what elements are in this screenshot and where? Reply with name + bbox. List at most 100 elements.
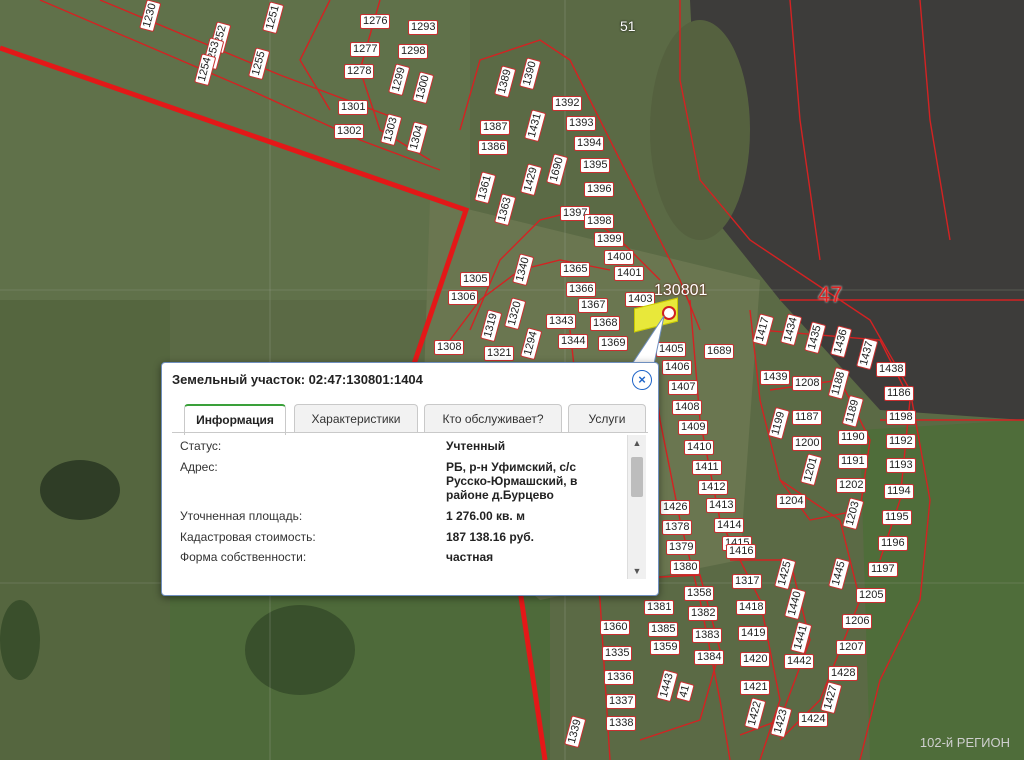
plot-label[interactable]: 1384: [694, 650, 725, 665]
plot-label[interactable]: 1386: [478, 140, 509, 155]
plot-label[interactable]: 1378: [662, 520, 693, 535]
plot-label[interactable]: 1192: [886, 434, 916, 449]
plot-label[interactable]: 1278: [344, 64, 375, 79]
tab-characteristics[interactable]: Характеристики: [294, 404, 418, 433]
plot-label[interactable]: 1358: [684, 586, 715, 601]
plot-label[interactable]: 1400: [604, 250, 635, 265]
plot-label[interactable]: 1343: [546, 314, 577, 329]
scroll-up-icon[interactable]: ▲: [628, 437, 646, 449]
tab-information[interactable]: Информация: [184, 404, 286, 435]
plot-label[interactable]: 1205: [856, 588, 887, 603]
plot-label[interactable]: 1410: [684, 440, 715, 455]
plot-label[interactable]: 1337: [606, 694, 637, 709]
plot-label[interactable]: 1293: [408, 20, 439, 35]
plot-label[interactable]: 1369: [598, 336, 629, 351]
plot-label[interactable]: 1401: [614, 266, 645, 281]
plot-label[interactable]: 1306: [448, 290, 479, 305]
plot-label[interactable]: 1194: [884, 484, 914, 499]
plot-label[interactable]: 1276: [360, 14, 391, 29]
scroll-down-icon[interactable]: ▼: [628, 565, 646, 577]
plot-label[interactable]: 1301: [338, 100, 369, 115]
plot-label[interactable]: 1416: [726, 544, 757, 559]
plot-label[interactable]: 1359: [650, 640, 681, 655]
plot-label[interactable]: 1414: [714, 518, 745, 533]
plot-label[interactable]: 1197: [868, 562, 898, 577]
plot-label[interactable]: 1380: [670, 560, 701, 575]
plot-label[interactable]: 1428: [828, 666, 859, 681]
plot-label[interactable]: 1413: [706, 498, 737, 513]
plot-label[interactable]: 1442: [784, 654, 815, 669]
plot-label[interactable]: 1365: [560, 262, 591, 277]
block-label-47: 47: [818, 282, 843, 307]
plot-label[interactable]: 1409: [678, 420, 709, 435]
plot-label[interactable]: 1195: [882, 510, 912, 525]
plot-label[interactable]: 1396: [584, 182, 615, 197]
plot-label[interactable]: 1439: [760, 370, 791, 385]
row-value: частная: [446, 550, 494, 564]
plot-label[interactable]: 1204: [776, 494, 807, 509]
plot-label[interactable]: 1407: [668, 380, 699, 395]
plot-label[interactable]: 1421: [740, 680, 771, 695]
plot-label[interactable]: 1200: [792, 436, 823, 451]
plot-label[interactable]: 1336: [604, 670, 635, 685]
plot-label[interactable]: 1317: [732, 574, 763, 589]
plot-label[interactable]: 1193: [886, 458, 916, 473]
plot-label[interactable]: 1207: [836, 640, 867, 655]
plot-label[interactable]: 1187: [792, 410, 822, 425]
plot-label[interactable]: 1424: [798, 712, 829, 727]
plot-label[interactable]: 1208: [792, 376, 823, 391]
plot-label[interactable]: 1302: [334, 124, 365, 139]
plot-label[interactable]: 1335: [602, 646, 633, 661]
plot-label[interactable]: 1196: [878, 536, 908, 551]
plot-label[interactable]: 1438: [876, 362, 907, 377]
plot-label[interactable]: 1420: [740, 652, 771, 667]
plot-label[interactable]: 1399: [594, 232, 625, 247]
plot-label[interactable]: 1418: [736, 600, 767, 615]
plot-label[interactable]: 1308: [434, 340, 465, 355]
scrollbar[interactable]: ▲ ▼: [627, 435, 646, 579]
plot-label[interactable]: 1398: [584, 214, 615, 229]
plot-label[interactable]: 1379: [666, 540, 697, 555]
plot-label[interactable]: 1191: [838, 454, 868, 469]
row-label: Кадастровая стоимость:: [180, 530, 316, 544]
tab-who-serves[interactable]: Кто обслуживает?: [424, 404, 562, 433]
row-value: РБ, р-н Уфимский, с/с Русско-Юрмашский, …: [446, 460, 578, 502]
plot-label[interactable]: 1392: [552, 96, 583, 111]
plot-label[interactable]: 1387: [480, 120, 511, 135]
popup-title: Земельный участок: 02:47:130801:1404: [172, 372, 423, 387]
row-value: 187 138.16 руб.: [446, 530, 534, 544]
plot-label[interactable]: 1385: [648, 622, 679, 637]
plot-label[interactable]: 1382: [688, 606, 719, 621]
close-icon[interactable]: ×: [632, 370, 652, 390]
plot-label[interactable]: 1367: [578, 298, 609, 313]
plot-label[interactable]: 1426: [660, 500, 691, 515]
plot-label[interactable]: 1186: [884, 386, 914, 401]
plot-label[interactable]: 1277: [350, 42, 381, 57]
plot-label[interactable]: 1411: [692, 460, 722, 475]
plot-label[interactable]: 1368: [590, 316, 621, 331]
row-label: Форма собственности:: [180, 550, 307, 564]
scroll-thumb[interactable]: [631, 457, 643, 497]
tab-services[interactable]: Услуги: [568, 404, 646, 433]
plot-label[interactable]: 1298: [398, 44, 429, 59]
plot-label[interactable]: 1393: [566, 116, 597, 131]
tab-bar: Информация Характеристики Кто обслуживае…: [172, 404, 648, 435]
plot-label[interactable]: 1202: [836, 478, 867, 493]
plot-label[interactable]: 1344: [558, 334, 589, 349]
plot-label[interactable]: 1321: [484, 346, 515, 361]
plot-label[interactable]: 1305: [460, 272, 491, 287]
plot-label[interactable]: 1198: [886, 410, 916, 425]
plot-label[interactable]: 1412: [698, 480, 729, 495]
plot-label[interactable]: 1206: [842, 614, 873, 629]
plot-label[interactable]: 1395: [580, 158, 611, 173]
plot-label[interactable]: 1190: [838, 430, 868, 445]
plot-label[interactable]: 1381: [644, 600, 675, 615]
plot-label[interactable]: 1338: [606, 716, 637, 731]
plot-label[interactable]: 1383: [692, 628, 723, 643]
plot-label[interactable]: 1366: [566, 282, 597, 297]
plot-label[interactable]: 1394: [574, 136, 605, 151]
plot-label[interactable]: 1419: [738, 626, 769, 641]
plot-label[interactable]: 1360: [600, 620, 631, 635]
plot-label[interactable]: 1689: [704, 344, 735, 359]
plot-label[interactable]: 1408: [672, 400, 703, 415]
